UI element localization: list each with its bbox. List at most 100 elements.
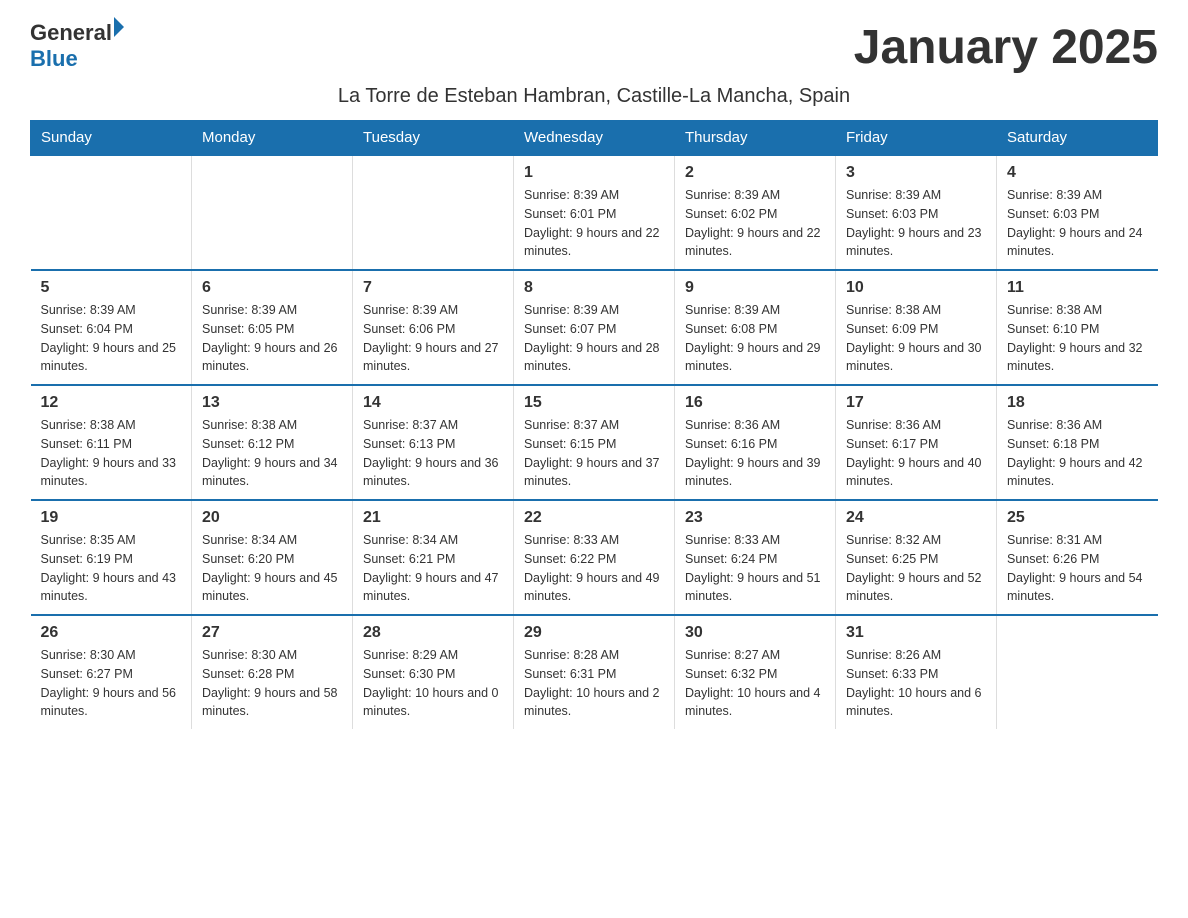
day-number: 17: [846, 394, 986, 412]
day-info: Sunrise: 8:32 AM Sunset: 6:25 PM Dayligh…: [846, 531, 986, 606]
calendar-cell: 3Sunrise: 8:39 AM Sunset: 6:03 PM Daylig…: [836, 155, 997, 270]
day-number: 22: [524, 509, 664, 527]
calendar-week-row: 1 Sunrise: 8:39 AM Sunset: 6:01 PM Daylig…: [31, 155, 1158, 270]
day-info: Sunrise: 8:34 AM Sunset: 6:21 PM Dayligh…: [363, 531, 503, 606]
day-number: 21: [363, 509, 503, 527]
calendar-cell: 28Sunrise: 8:29 AM Sunset: 6:30 PM Dayli…: [353, 615, 514, 729]
day-number: 31: [846, 624, 986, 642]
day-number: 16: [685, 394, 825, 412]
calendar-cell: 7 Sunrise: 8:39 AM Sunset: 6:06 PM Daylig…: [353, 270, 514, 385]
day-info: Sunrise: 8:36 AM Sunset: 6:18 PM Dayligh…: [1007, 416, 1148, 491]
calendar-week-row: 26 Sunrise: 8:30 AM Sunset: 6:27 PM Dayli…: [31, 615, 1158, 729]
day-info: Sunrise: 8:34 AM Sunset: 6:20 PM Dayligh…: [202, 531, 342, 606]
calendar-cell: 16 Sunrise: 8:36 AM Sunset: 6:16 PM Dayli…: [675, 385, 836, 500]
day-info: Sunrise: 8:30 AM Sunset: 6:28 PM Dayligh…: [202, 646, 342, 721]
calendar-header-friday: Friday: [836, 121, 997, 156]
day-info: Sunrise: 8:36 AM Sunset: 6:17 PM Dayligh…: [846, 416, 986, 491]
day-number: 1: [524, 164, 664, 182]
calendar-cell: 1 Sunrise: 8:39 AM Sunset: 6:01 PM Daylig…: [514, 155, 675, 270]
day-info: Sunrise: 8:33 AM Sunset: 6:22 PM Dayligh…: [524, 531, 664, 606]
calendar-cell: 17 Sunrise: 8:36 AM Sunset: 6:17 PM Dayli…: [836, 385, 997, 500]
day-info: Sunrise: 8:39 AM Sunset: 6:03 PM Dayligh…: [1007, 186, 1148, 261]
page-title: January 2025: [854, 20, 1158, 75]
calendar-cell: 27 Sunrise: 8:30 AM Sunset: 6:28 PM Dayli…: [192, 615, 353, 729]
calendar-cell: 30Sunrise: 8:27 AM Sunset: 6:32 PM Dayli…: [675, 615, 836, 729]
calendar-week-row: 5 Sunrise: 8:39 AM Sunset: 6:04 PM Daylig…: [31, 270, 1158, 385]
day-number: 27: [202, 624, 342, 642]
day-number: 4: [1007, 164, 1148, 182]
day-number: 20: [202, 509, 342, 527]
subtitle: La Torre de Esteban Hambran, Castille-La…: [30, 85, 1158, 108]
calendar-header-wednesday: Wednesday: [514, 121, 675, 156]
day-number: 28: [363, 624, 503, 642]
day-number: 24: [846, 509, 986, 527]
day-info: Sunrise: 8:39 AM Sunset: 6:01 PM Dayligh…: [524, 186, 664, 261]
day-info: Sunrise: 8:26 AM Sunset: 6:33 PM Dayligh…: [846, 646, 986, 721]
day-number: 3: [846, 164, 986, 182]
day-info: Sunrise: 8:28 AM Sunset: 6:31 PM Dayligh…: [524, 646, 664, 721]
day-number: 15: [524, 394, 664, 412]
day-info: Sunrise: 8:39 AM Sunset: 6:08 PM Dayligh…: [685, 301, 825, 376]
calendar-cell: 18 Sunrise: 8:36 AM Sunset: 6:18 PM Dayli…: [997, 385, 1158, 500]
logo: General Blue: [30, 20, 124, 72]
day-info: Sunrise: 8:39 AM Sunset: 6:04 PM Dayligh…: [41, 301, 182, 376]
day-number: 25: [1007, 509, 1148, 527]
day-number: 23: [685, 509, 825, 527]
day-number: 26: [41, 624, 182, 642]
day-info: Sunrise: 8:38 AM Sunset: 6:10 PM Dayligh…: [1007, 301, 1148, 376]
day-number: 10: [846, 279, 986, 297]
calendar-cell: 6Sunrise: 8:39 AM Sunset: 6:05 PM Daylig…: [192, 270, 353, 385]
day-number: 7: [363, 279, 503, 297]
calendar-cell: [997, 615, 1158, 729]
calendar-table: SundayMondayTuesdayWednesdayThursdayFrid…: [30, 120, 1158, 729]
calendar-cell: 9 Sunrise: 8:39 AM Sunset: 6:08 PM Daylig…: [675, 270, 836, 385]
calendar-cell: [31, 155, 192, 270]
day-number: 14: [363, 394, 503, 412]
day-info: Sunrise: 8:36 AM Sunset: 6:16 PM Dayligh…: [685, 416, 825, 491]
calendar-cell: 20 Sunrise: 8:34 AM Sunset: 6:20 PM Dayli…: [192, 500, 353, 615]
calendar-cell: 21 Sunrise: 8:34 AM Sunset: 6:21 PM Dayli…: [353, 500, 514, 615]
calendar-week-row: 19Sunrise: 8:35 AM Sunset: 6:19 PM Dayli…: [31, 500, 1158, 615]
day-number: 18: [1007, 394, 1148, 412]
calendar-cell: 29 Sunrise: 8:28 AM Sunset: 6:31 PM Dayli…: [514, 615, 675, 729]
day-info: Sunrise: 8:39 AM Sunset: 6:07 PM Dayligh…: [524, 301, 664, 376]
calendar-header-monday: Monday: [192, 121, 353, 156]
calendar-cell: 22 Sunrise: 8:33 AM Sunset: 6:22 PM Dayli…: [514, 500, 675, 615]
calendar-cell: 14 Sunrise: 8:37 AM Sunset: 6:13 PM Dayli…: [353, 385, 514, 500]
day-info: Sunrise: 8:37 AM Sunset: 6:13 PM Dayligh…: [363, 416, 503, 491]
calendar-header-tuesday: Tuesday: [353, 121, 514, 156]
day-info: Sunrise: 8:37 AM Sunset: 6:15 PM Dayligh…: [524, 416, 664, 491]
calendar-cell: 11 Sunrise: 8:38 AM Sunset: 6:10 PM Dayli…: [997, 270, 1158, 385]
day-number: 2: [685, 164, 825, 182]
calendar-cell: [353, 155, 514, 270]
day-number: 11: [1007, 279, 1148, 297]
calendar-header-saturday: Saturday: [997, 121, 1158, 156]
day-info: Sunrise: 8:31 AM Sunset: 6:26 PM Dayligh…: [1007, 531, 1148, 606]
calendar-header-thursday: Thursday: [675, 121, 836, 156]
day-info: Sunrise: 8:30 AM Sunset: 6:27 PM Dayligh…: [41, 646, 182, 721]
day-number: 5: [41, 279, 182, 297]
calendar-cell: 26 Sunrise: 8:30 AM Sunset: 6:27 PM Dayli…: [31, 615, 192, 729]
calendar-cell: 4 Sunrise: 8:39 AM Sunset: 6:03 PM Daylig…: [997, 155, 1158, 270]
calendar-header-row: SundayMondayTuesdayWednesdayThursdayFrid…: [31, 121, 1158, 156]
day-number: 12: [41, 394, 182, 412]
calendar-cell: 25 Sunrise: 8:31 AM Sunset: 6:26 PM Dayli…: [997, 500, 1158, 615]
day-number: 29: [524, 624, 664, 642]
calendar-cell: 5 Sunrise: 8:39 AM Sunset: 6:04 PM Daylig…: [31, 270, 192, 385]
day-info: Sunrise: 8:38 AM Sunset: 6:09 PM Dayligh…: [846, 301, 986, 376]
day-info: Sunrise: 8:38 AM Sunset: 6:11 PM Dayligh…: [41, 416, 182, 491]
day-number: 13: [202, 394, 342, 412]
calendar-cell: 8Sunrise: 8:39 AM Sunset: 6:07 PM Daylig…: [514, 270, 675, 385]
day-number: 9: [685, 279, 825, 297]
calendar-cell: 15 Sunrise: 8:37 AM Sunset: 6:15 PM Dayli…: [514, 385, 675, 500]
calendar-cell: 12 Sunrise: 8:38 AM Sunset: 6:11 PM Dayli…: [31, 385, 192, 500]
calendar-cell: 2 Sunrise: 8:39 AM Sunset: 6:02 PM Daylig…: [675, 155, 836, 270]
logo-blue-text: Blue: [30, 46, 78, 72]
calendar-cell: 24 Sunrise: 8:32 AM Sunset: 6:25 PM Dayli…: [836, 500, 997, 615]
day-info: Sunrise: 8:39 AM Sunset: 6:02 PM Dayligh…: [685, 186, 825, 261]
day-number: 19: [41, 509, 182, 527]
logo-general-text: General: [30, 20, 112, 46]
day-info: Sunrise: 8:39 AM Sunset: 6:06 PM Dayligh…: [363, 301, 503, 376]
calendar-cell: 13Sunrise: 8:38 AM Sunset: 6:12 PM Dayli…: [192, 385, 353, 500]
calendar-cell: 10 Sunrise: 8:38 AM Sunset: 6:09 PM Dayli…: [836, 270, 997, 385]
